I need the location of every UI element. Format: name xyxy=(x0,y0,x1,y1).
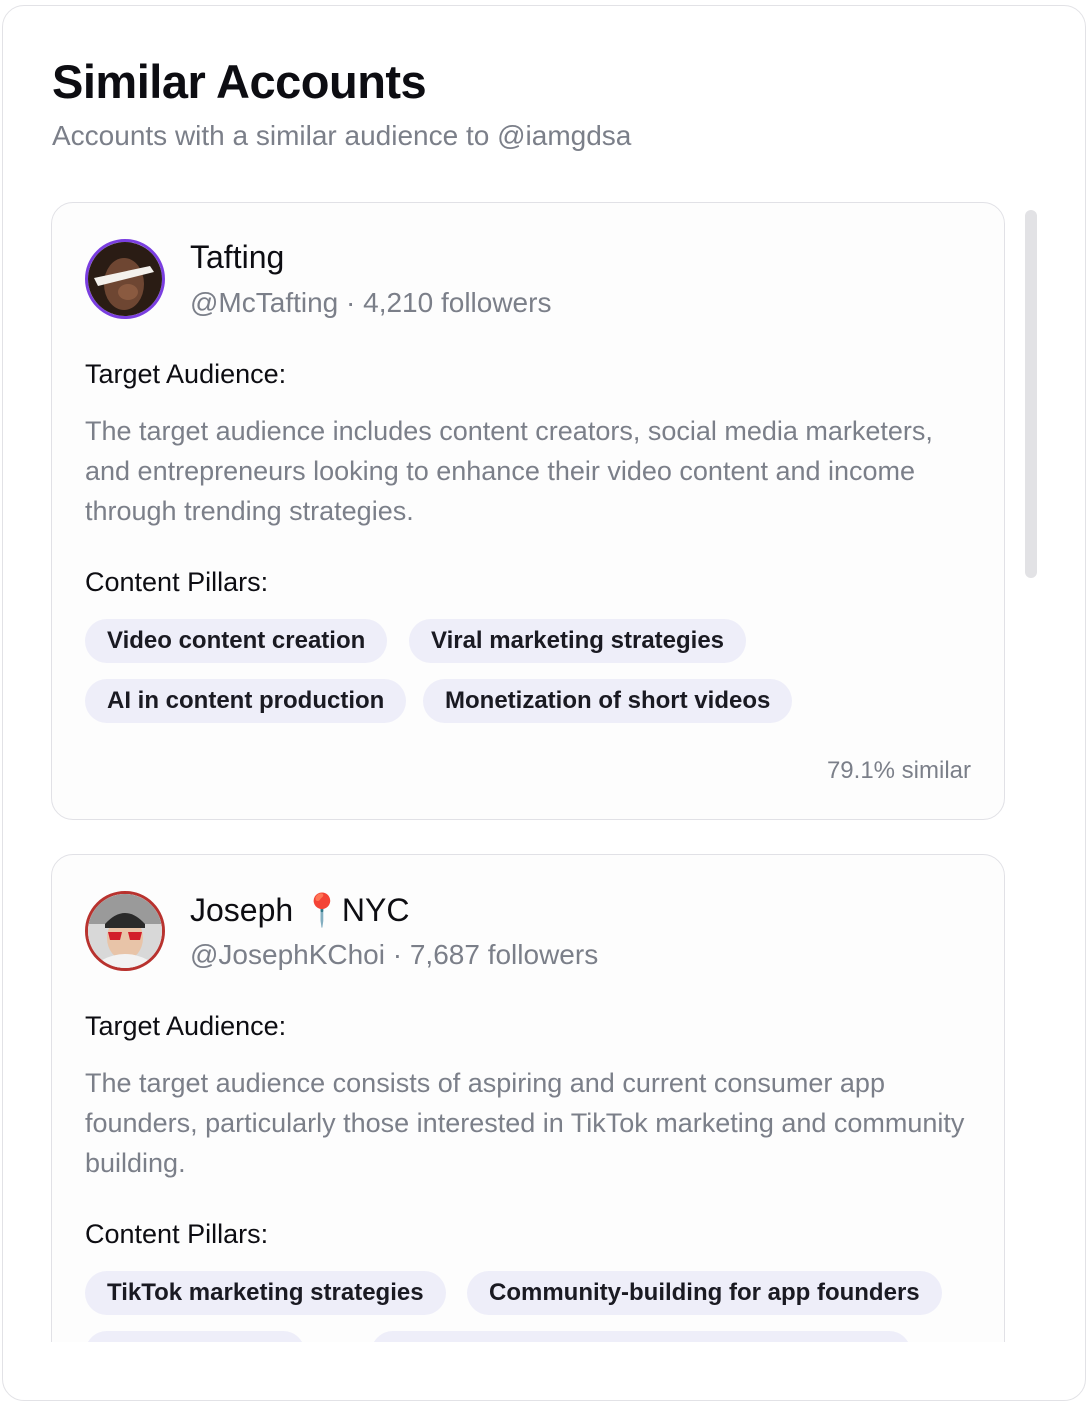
content-pillars-label: Content Pillars: xyxy=(85,567,269,597)
page-title: Similar Accounts xyxy=(52,55,427,108)
pillar-tag: Monetization of short videos xyxy=(423,679,793,723)
target-audience-label: Target Audience: xyxy=(85,359,287,389)
scrollbar[interactable] xyxy=(1021,204,1037,1342)
account-name[interactable]: Joseph 📍NYC xyxy=(190,891,409,929)
target-audience-label: Target Audience: xyxy=(85,1011,287,1041)
similarity-score: 79.1% similar xyxy=(826,757,971,784)
pillar-tag: Viral marketing strategies xyxy=(409,619,747,663)
accounts-list[interactable]: Tafting @McTafting · 4,210 followers Tar… xyxy=(3,202,1085,1342)
account-card-tafting[interactable]: Tafting @McTafting · 4,210 followers Tar… xyxy=(51,202,1005,820)
content-pillars-label: Content Pillars: xyxy=(85,1219,269,1249)
pillar-tag-partial xyxy=(371,1331,911,1342)
target-audience-text: The target audience consists of aspiring… xyxy=(85,1068,965,1178)
avatar[interactable] xyxy=(85,891,165,971)
pillar-tag: AI in content production xyxy=(85,679,407,723)
account-card-joseph[interactable]: Joseph 📍NYC @JosephKChoi · 7,687 followe… xyxy=(51,854,1005,1342)
page-subtitle: Accounts with a similar audience to @iam… xyxy=(52,120,632,151)
content-pillars: Video content creation Viral marketing s… xyxy=(85,619,985,729)
account-handle: @JosephKChoi · 7,687 followers xyxy=(190,939,599,970)
avatar-image xyxy=(88,894,162,968)
target-audience-text: The target audience includes content cre… xyxy=(85,416,933,526)
pillar-tag: Community-building for app founders xyxy=(467,1271,942,1315)
avatar[interactable] xyxy=(85,239,165,319)
content-pillars: TikTok marketing strategies Community-bu… xyxy=(85,1271,985,1342)
pillar-tag-partial xyxy=(85,1331,305,1342)
scrollbar-thumb[interactable] xyxy=(1025,210,1037,578)
pillar-tag: Video content creation xyxy=(85,619,388,663)
account-name[interactable]: Tafting xyxy=(190,239,284,276)
pillar-tag: TikTok marketing strategies xyxy=(85,1271,446,1315)
similar-accounts-panel: Similar Accounts Accounts with a similar… xyxy=(2,5,1086,1401)
account-handle: @McTafting · 4,210 followers xyxy=(190,287,552,318)
avatar-image xyxy=(88,242,162,316)
